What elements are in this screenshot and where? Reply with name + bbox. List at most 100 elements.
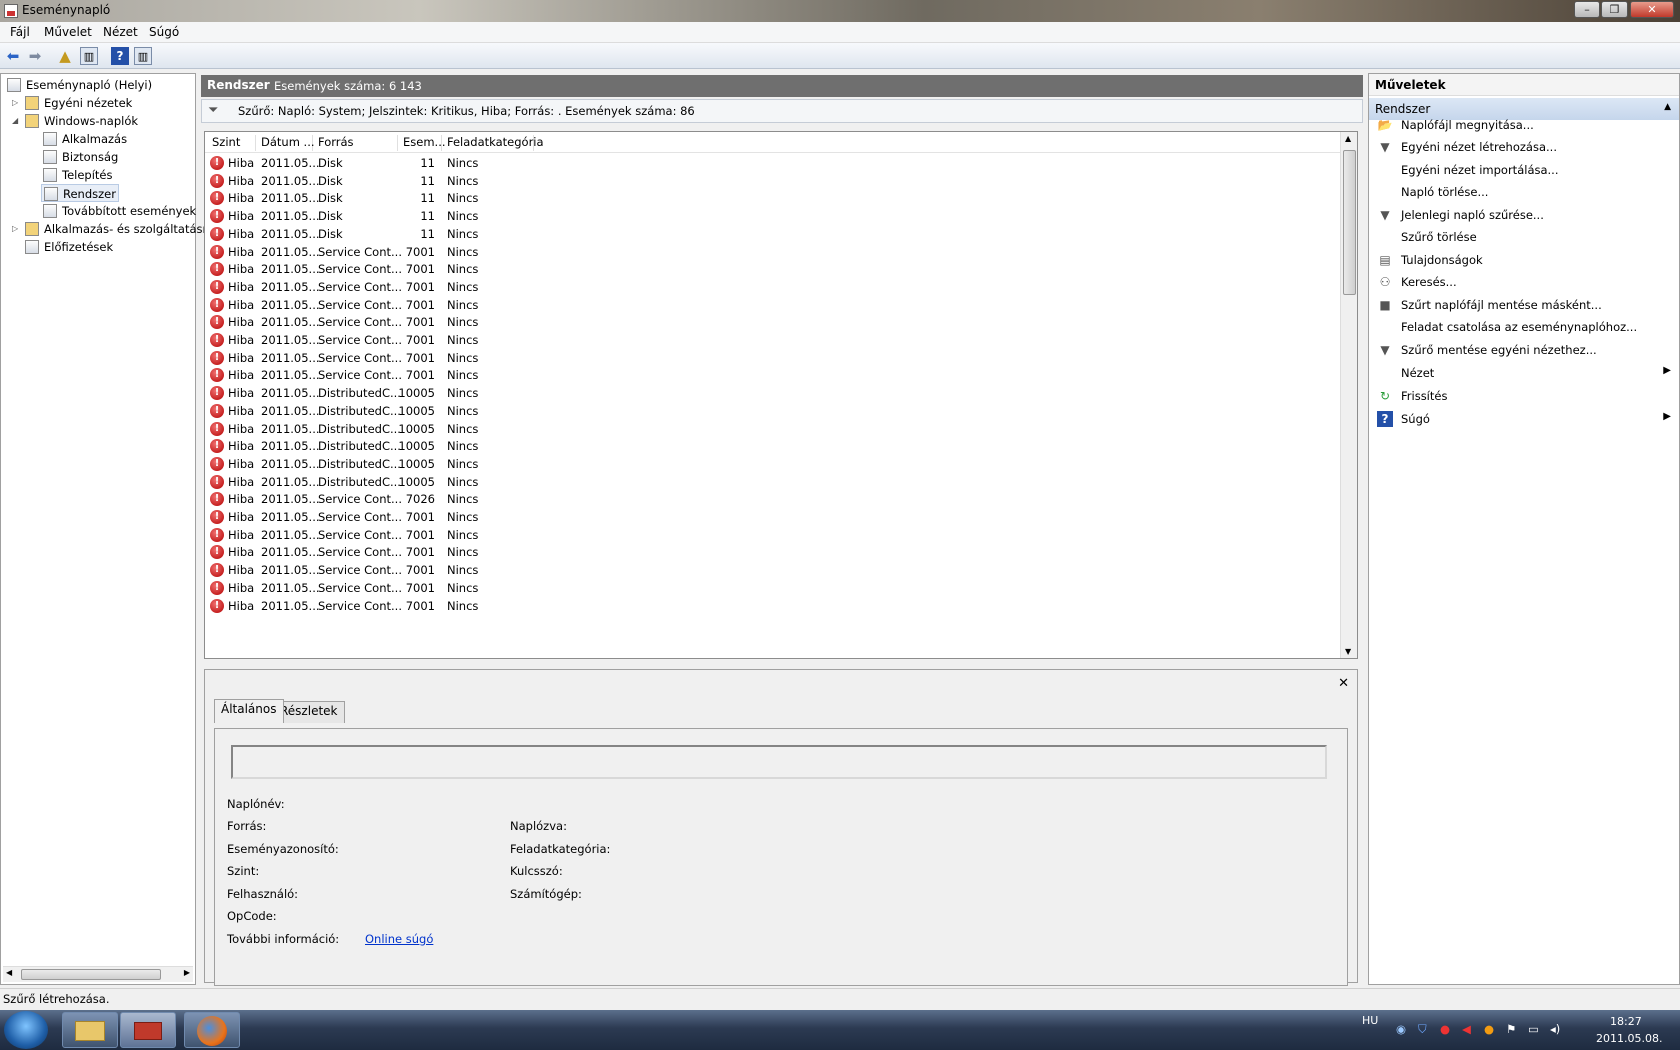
tree-item-security[interactable]: Biztonság	[43, 148, 118, 166]
column-event-id[interactable]: Esem...	[398, 135, 446, 151]
tray-shield-icon[interactable]: ⛉	[1418, 1022, 1427, 1037]
table-row[interactable]: ! Hiba 2011.05... Disk 11 Nincs	[205, 207, 1340, 226]
action-item[interactable]: Nézet ▶	[1369, 362, 1679, 384]
table-row[interactable]: ! Hiba 2011.05... Service Cont... 7001 Nincs	[205, 313, 1340, 332]
action-item[interactable]: Napló törlése...	[1369, 181, 1679, 203]
clock-date[interactable]: 2011.05.08.	[1596, 1032, 1662, 1045]
table-row[interactable]: ! Hiba 2011.05... Disk 11 Nincs	[205, 154, 1340, 173]
expand-arrow-icon[interactable]: ▷	[12, 220, 22, 238]
tree-item-windows-logs[interactable]: ◢ Windows-naplók	[12, 112, 138, 130]
collapse-up-icon[interactable]: ▲	[1664, 102, 1671, 112]
tree-item-forwarded-events[interactable]: Továbbított események	[43, 202, 196, 220]
action-item[interactable]: ? Súgó ▶	[1369, 408, 1679, 430]
tab-details[interactable]: Részletek	[273, 701, 345, 723]
tree-item-application[interactable]: Alkalmazás	[43, 130, 127, 148]
table-row[interactable]: ! Hiba 2011.05... Service Cont... 7026 Nincs	[205, 490, 1340, 509]
show-hide-action-pane-icon[interactable]: ▥	[134, 47, 152, 65]
table-row[interactable]: ! Hiba 2011.05... Service Cont... 7001 Nincs	[205, 543, 1340, 562]
back-arrow-icon[interactable]: ⬅	[4, 47, 22, 65]
scrollbar-thumb[interactable]	[1343, 150, 1356, 295]
table-row[interactable]: ! Hiba 2011.05... Service Cont... 7001 Nincs	[205, 561, 1340, 580]
action-item[interactable]: ▼ Jelenlegi napló szűrése...	[1369, 204, 1679, 226]
firefox-taskbar-icon[interactable]	[184, 1012, 240, 1048]
column-task-category[interactable]: Feladatkategória	[442, 135, 544, 151]
collapse-arrow-icon[interactable]: ◢	[12, 112, 22, 130]
tree-item-setup[interactable]: Telepítés	[43, 166, 113, 184]
help-icon[interactable]: ?	[111, 47, 129, 65]
close-button[interactable]: ✕	[1630, 1, 1674, 18]
scroll-left-icon[interactable]: ◀	[6, 968, 12, 977]
expand-arrow-icon[interactable]: ▷	[12, 94, 22, 112]
tray-volume-icon[interactable]: ◂)	[1550, 1022, 1560, 1036]
table-row[interactable]: ! Hiba 2011.05... Service Cont... 7001 Nincs	[205, 366, 1340, 385]
tray-antivirus-icon[interactable]: ●	[1440, 1022, 1450, 1036]
action-item[interactable]: ↻ Frissítés	[1369, 385, 1679, 407]
column-level[interactable]: Szint	[207, 135, 256, 151]
explorer-taskbar-icon[interactable]	[62, 1012, 118, 1048]
column-date[interactable]: Dátum ...	[256, 135, 315, 151]
action-item[interactable]: Egyéni nézet importálása...	[1369, 159, 1679, 181]
action-item[interactable]: ⚇ Keresés...	[1369, 271, 1679, 293]
table-row[interactable]: ! Hiba 2011.05... Service Cont... 7001 Nincs	[205, 278, 1340, 297]
action-item[interactable]: ▼ Szűrő mentése egyéni nézethez...	[1369, 339, 1679, 361]
table-row[interactable]: ! Hiba 2011.05... Service Cont... 7001 Nincs	[205, 508, 1340, 527]
event-description-box[interactable]	[231, 745, 1327, 779]
scroll-down-icon[interactable]: ▼	[1345, 647, 1351, 656]
start-button-icon[interactable]	[4, 1011, 48, 1049]
action-item[interactable]: ■ Szűrt naplófájl mentése másként...	[1369, 294, 1679, 316]
tray-alert-icon[interactable]: ◀	[1462, 1022, 1471, 1036]
scrollbar-thumb[interactable]	[21, 969, 161, 980]
column-source[interactable]: Forrás	[313, 135, 398, 151]
tree-item-custom-views[interactable]: ▷ Egyéni nézetek	[12, 94, 132, 112]
maximize-button[interactable]: ❐	[1601, 1, 1628, 18]
table-row[interactable]: ! Hiba 2011.05... DistributedC... 10005 Nincs	[205, 455, 1340, 474]
table-row[interactable]: ! Hiba 2011.05... Service Cont... 7001 Nincs	[205, 526, 1340, 545]
table-row[interactable]: ! Hiba 2011.05... DistributedC... 10005 Nincs	[205, 420, 1340, 439]
up-folder-icon[interactable]: ▲	[56, 47, 74, 65]
table-row[interactable]: ! Hiba 2011.05... Service Cont... 7001 Nincs	[205, 579, 1340, 598]
table-row[interactable]: ! Hiba 2011.05... DistributedC... 10005 Nincs	[205, 384, 1340, 403]
forward-arrow-icon[interactable]: ➡	[26, 47, 44, 65]
tray-update-icon[interactable]: ●	[1484, 1022, 1494, 1036]
action-item[interactable]: ▼ Egyéni nézet létrehozása...	[1369, 136, 1679, 158]
scroll-up-icon[interactable]: ▲	[1345, 134, 1351, 143]
toolbox-taskbar-icon[interactable]	[120, 1012, 176, 1048]
tab-general[interactable]: Általános	[214, 699, 284, 723]
language-indicator[interactable]: HU	[1362, 1014, 1378, 1027]
menu-view[interactable]: Nézet	[103, 25, 138, 39]
tree-horizontal-scrollbar[interactable]: ◀ ▶	[3, 966, 193, 982]
tray-network-icon[interactable]: ◉	[1396, 1022, 1406, 1036]
tree-item-system[interactable]: Rendszer	[41, 184, 119, 202]
table-row[interactable]: ! Hiba 2011.05... Service Cont... 7001 Nincs	[205, 349, 1340, 368]
table-row[interactable]: ! Hiba 2011.05... Service Cont... 7001 Nincs	[205, 296, 1340, 315]
show-hide-tree-icon[interactable]: ▥	[80, 47, 98, 65]
table-row[interactable]: ! Hiba 2011.05... Service Cont... 7001 Nincs	[205, 331, 1340, 350]
menu-file[interactable]: Fájl	[10, 25, 30, 39]
table-row[interactable]: ! Hiba 2011.05... Disk 11 Nincs	[205, 172, 1340, 191]
tray-action-center-flag-icon[interactable]: ⚑	[1506, 1022, 1516, 1036]
action-item[interactable]: 📂 Naplófájl megnyitása...	[1369, 114, 1679, 136]
menu-action[interactable]: Művelet	[44, 25, 92, 39]
table-row[interactable]: ! Hiba 2011.05... Disk 11 Nincs	[205, 189, 1340, 208]
online-help-link[interactable]: Online súgó	[365, 932, 433, 946]
tree-item-applications-and-services[interactable]: ▷ Alkalmazás- és szolgáltatásn	[12, 220, 210, 238]
table-row[interactable]: ! Hiba 2011.05... Service Cont... 7001 Nincs	[205, 260, 1340, 279]
table-row[interactable]: ! Hiba 2011.05... Service Cont... 7001 Nincs	[205, 243, 1340, 262]
table-row[interactable]: ! Hiba 2011.05... DistributedC... 10005 Nincs	[205, 437, 1340, 456]
table-row[interactable]: ! Hiba 2011.05... DistributedC... 10005 Nincs	[205, 473, 1340, 492]
action-item[interactable]: Feladat csatolása az eseménynaplóhoz...	[1369, 316, 1679, 338]
table-row[interactable]: ! Hiba 2011.05... DistributedC... 10005 Nincs	[205, 402, 1340, 421]
tree-item-subscriptions[interactable]: Előfizetések	[25, 238, 113, 256]
action-item[interactable]: ▤ Tulajdonságok	[1369, 249, 1679, 271]
scroll-right-icon[interactable]: ▶	[184, 968, 190, 977]
table-row[interactable]: ! Hiba 2011.05... Disk 11 Nincs	[205, 225, 1340, 244]
menu-help[interactable]: Súgó	[149, 25, 179, 39]
tree-item-event-viewer-local[interactable]: Eseménynapló (Helyi)	[7, 76, 152, 94]
table-row[interactable]: ! Hiba 2011.05... Service Cont... 7001 Nincs	[205, 597, 1340, 616]
grid-vertical-scrollbar[interactable]: ▲ ▼	[1340, 132, 1357, 658]
action-item[interactable]: Szűrő törlése	[1369, 226, 1679, 248]
tray-network-connection-icon[interactable]: ▭	[1528, 1022, 1539, 1036]
close-detail-icon[interactable]: ✕	[1338, 676, 1349, 691]
clock-time[interactable]: 18:27	[1610, 1015, 1642, 1028]
minimize-button[interactable]: –	[1574, 1, 1600, 18]
